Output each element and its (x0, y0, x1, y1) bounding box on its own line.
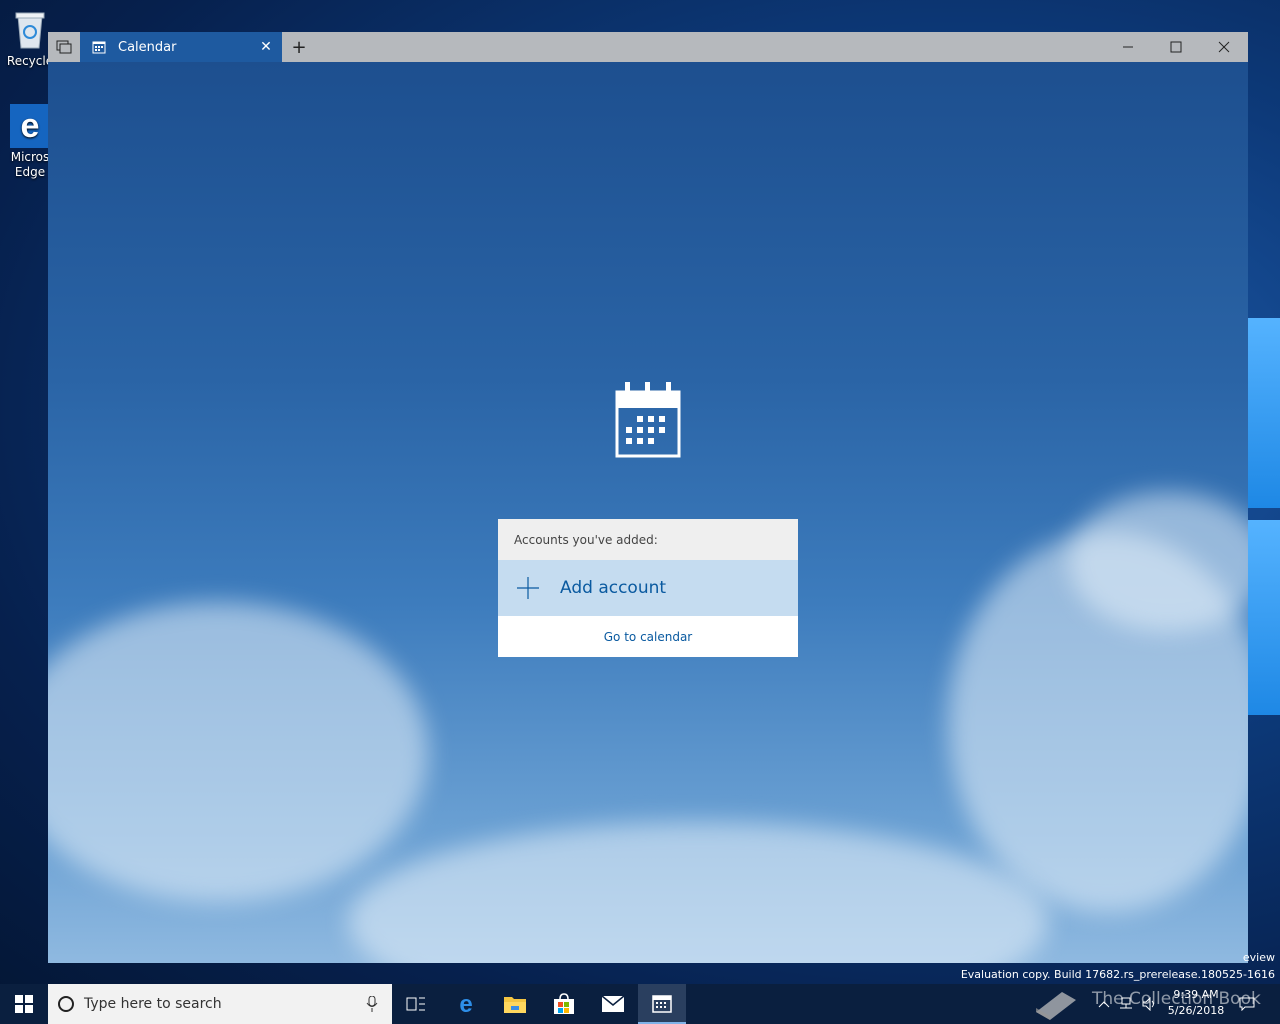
taskbar-clock[interactable]: 9:39 AM 5/26/2018 (1160, 987, 1232, 1019)
search-placeholder: Type here to search (84, 996, 222, 1012)
tab-calendar[interactable]: Calendar ✕ (80, 32, 282, 62)
calendar-icon (652, 995, 672, 1013)
close-tab-icon[interactable]: ✕ (258, 39, 274, 55)
close-icon (1218, 41, 1230, 53)
taskbar-edge-button[interactable]: e (442, 984, 490, 1024)
windows-start-icon (15, 995, 33, 1013)
build-watermark: Evaluation copy. Build 17682.rs_prerelea… (960, 968, 1275, 981)
tab-title: Calendar (118, 39, 177, 55)
minimize-button[interactable] (1105, 32, 1151, 62)
start-button[interactable] (0, 984, 48, 1024)
notification-icon (1239, 997, 1255, 1011)
edge-icon: e (10, 104, 50, 148)
taskbar-calendar-button[interactable] (638, 984, 686, 1024)
recycle-bin-icon (10, 8, 50, 52)
taskbar-mail-button[interactable] (589, 984, 637, 1024)
minimize-icon (1123, 46, 1133, 48)
microphone-icon[interactable] (366, 996, 378, 1012)
build-watermark-fragment: eview (1242, 951, 1275, 964)
calendar-icon (92, 41, 106, 54)
maximize-button[interactable] (1153, 32, 1199, 62)
calendar-window: Calendar ✕ + Accounts you've added: Add … (48, 32, 1248, 963)
taskbar-file-explorer-button[interactable] (491, 984, 539, 1024)
cortana-icon (58, 996, 74, 1012)
volume-button[interactable] (1140, 984, 1160, 1024)
network-button[interactable] (1116, 984, 1136, 1024)
store-icon (554, 993, 574, 1014)
tabs-icon (56, 40, 72, 54)
svg-text:e: e (459, 992, 472, 1016)
close-button[interactable] (1201, 32, 1247, 62)
taskbar: Type here to search e The Collection Boo… (0, 984, 1280, 1024)
edge-icon: e (459, 992, 472, 1016)
cloud-decoration (48, 602, 428, 902)
task-view-button[interactable] (392, 984, 440, 1024)
task-view-icon (406, 997, 425, 1011)
show-hidden-icons-button[interactable] (1094, 984, 1114, 1024)
plus-icon (517, 577, 539, 599)
action-center-button[interactable] (1236, 984, 1258, 1024)
taskbar-search-box[interactable]: Type here to search (48, 984, 392, 1024)
network-icon (1120, 997, 1132, 1009)
add-account-label: Add account (560, 578, 667, 598)
new-tab-button[interactable]: + (288, 32, 310, 62)
calendar-logo-icon (615, 382, 681, 458)
clock-time: 9:39 AM (1173, 988, 1219, 1001)
add-account-button[interactable]: Add account (498, 560, 798, 616)
chevron-up-icon (1098, 1001, 1110, 1008)
windows-logo-glow (1248, 520, 1280, 715)
svg-text:e: e (21, 107, 40, 145)
taskbar-store-button[interactable] (540, 984, 588, 1024)
clock-date: 5/26/2018 (1167, 1004, 1225, 1017)
cloud-decoration (348, 822, 1048, 963)
accounts-panel: Accounts you've added: Add account Go to… (498, 519, 798, 657)
windows-logo-glow (1248, 318, 1280, 508)
title-bar[interactable]: Calendar ✕ + (48, 32, 1248, 62)
go-to-calendar-link[interactable]: Go to calendar (498, 616, 798, 657)
mail-icon (601, 995, 625, 1012)
set-aside-tabs-button[interactable] (48, 32, 80, 62)
calendar-welcome-screen: Accounts you've added: Add account Go to… (48, 62, 1248, 963)
collection-book-logo-icon (1030, 984, 1082, 1024)
speaker-icon (1142, 997, 1154, 1011)
maximize-icon (1170, 41, 1182, 53)
file-explorer-icon (504, 997, 526, 1013)
accounts-heading: Accounts you've added: (498, 519, 798, 560)
